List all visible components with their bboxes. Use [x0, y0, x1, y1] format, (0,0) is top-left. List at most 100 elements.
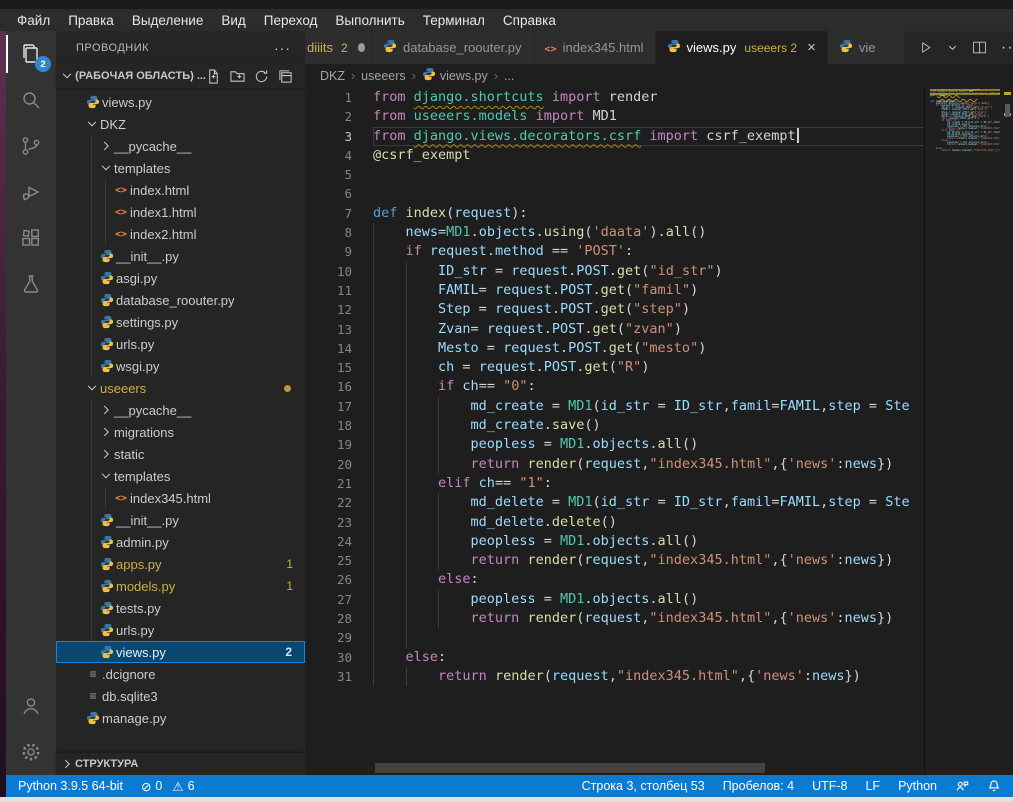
line-content[interactable] — [373, 184, 925, 203]
tree-item-static[interactable]: static — [56, 443, 305, 465]
tab-database_roouter.py[interactable]: database_roouter.py — [372, 31, 534, 64]
code-line-1[interactable]: 1from django.shortcuts import render — [305, 88, 925, 107]
tree-item-asgi.py[interactable]: asgi.py — [56, 267, 305, 289]
code-line-6[interactable]: 6 — [305, 184, 925, 203]
line-content[interactable]: Step = request.POST.get("step") — [373, 300, 925, 319]
indentation-item[interactable]: Пробелов: 4 — [723, 779, 794, 793]
workspace-section-header[interactable]: (РАБОЧАЯ ОБЛАСТЬ) ... — [56, 64, 305, 88]
code-line-23[interactable]: 23 md_delete.delete() — [305, 513, 925, 532]
language-mode-item[interactable]: Python — [898, 779, 937, 793]
breadcrumb-item[interactable]: DKZ — [320, 69, 345, 83]
line-content[interactable]: else: — [373, 648, 925, 667]
account-icon[interactable] — [6, 683, 56, 729]
code-line-17[interactable]: 17 md_create = MD1(id_str = ID_str,famil… — [305, 397, 925, 416]
tree-item-models.py[interactable]: models.py1 — [56, 575, 305, 597]
testing-icon[interactable] — [6, 261, 56, 307]
code-line-28[interactable]: 28 return render(request,"index345.html"… — [305, 609, 925, 628]
code-line-2[interactable]: 2from useeers.models import MD1 — [305, 107, 925, 126]
line-content[interactable]: from django.views.decorators.csrf import… — [373, 127, 925, 146]
line-content[interactable]: Mesto = request.POST.get("mesto") — [373, 339, 925, 358]
menu-item-Выполнить[interactable]: Выполнить — [326, 13, 413, 28]
code-line-29[interactable]: 29 — [305, 628, 925, 647]
menu-item-Справка[interactable]: Справка — [494, 13, 565, 28]
line-content[interactable]: ch = request.POST.get("R") — [373, 358, 925, 377]
refresh-icon[interactable] — [254, 69, 269, 84]
tree-item-__init__.py[interactable]: __init__.py — [56, 509, 305, 531]
code-line-20[interactable]: 20 return render(request,"index345.html"… — [305, 455, 925, 474]
tree-item-useeers[interactable]: useeers — [56, 377, 305, 399]
cursor-position-item[interactable]: Строка 3, столбец 53 — [582, 779, 705, 793]
encoding-item[interactable]: UTF-8 — [812, 779, 847, 793]
tree-item-__pycache__[interactable]: __pycache__ — [56, 399, 305, 421]
line-content[interactable] — [373, 165, 925, 184]
tree-item-__init__.py[interactable]: __init__.py — [56, 245, 305, 267]
line-content[interactable]: if ch== "0": — [373, 377, 925, 396]
line-content[interactable]: else: — [373, 570, 925, 589]
code-line-10[interactable]: 10 ID_str = request.POST.get("id_str") — [305, 262, 925, 281]
source-control-icon[interactable] — [6, 123, 56, 169]
tree-item-templates[interactable]: templates — [56, 465, 305, 487]
code-line-11[interactable]: 11 FAMIL= request.POST.get("famil") — [305, 281, 925, 300]
line-content[interactable]: def index(request): — [373, 204, 925, 223]
line-content[interactable]: ID_str = request.POST.get("id_str") — [373, 262, 925, 281]
line-content[interactable]: md_create.save() — [373, 416, 925, 435]
run-python-file-icon[interactable] — [917, 39, 934, 56]
breadcrumb-item[interactable]: useeers — [361, 69, 405, 83]
settings-gear-icon[interactable] — [6, 729, 56, 775]
tree-item-manage.py[interactable]: manage.py — [56, 707, 305, 729]
menu-item-Терминал[interactable]: Терминал — [414, 13, 494, 28]
code-line-30[interactable]: 30 else: — [305, 648, 925, 667]
tree-item-index.html[interactable]: <>index.html — [56, 179, 305, 201]
new-file-icon[interactable] — [206, 69, 221, 84]
menu-item-Файл[interactable]: Файл — [8, 13, 59, 28]
notifications-bell-icon[interactable] — [987, 779, 1001, 794]
tree-item-views.py[interactable]: views.py — [56, 91, 305, 113]
code-line-18[interactable]: 18 md_create.save() — [305, 416, 925, 435]
code-line-26[interactable]: 26 else: — [305, 570, 925, 589]
menu-item-Выделение[interactable]: Выделение — [123, 13, 213, 28]
run-debug-icon[interactable] — [6, 169, 56, 215]
code-line-8[interactable]: 8 news=MD1.objects.using('daata').all() — [305, 223, 925, 242]
line-content[interactable]: md_create = MD1(id_str = ID_str,famil=FA… — [373, 397, 925, 416]
tree-item-migrations[interactable]: migrations — [56, 421, 305, 443]
line-content[interactable]: elif ch== "1": — [373, 474, 925, 493]
feedback-icon[interactable] — [955, 779, 969, 794]
tree-item-database_roouter.py[interactable]: database_roouter.py — [56, 289, 305, 311]
sidebar-more-icon[interactable]: ··· — [274, 40, 291, 56]
code-line-3[interactable]: 3from django.views.decorators.csrf impor… — [305, 127, 925, 146]
more-actions-icon[interactable]: ··· — [1001, 39, 1013, 57]
menu-item-Правка[interactable]: Правка — [59, 13, 123, 28]
outline-section-header[interactable]: СТРУКТУРА — [56, 753, 305, 775]
explorer-icon[interactable]: 2 — [6, 31, 56, 77]
line-content[interactable]: from useeers.models import MD1 — [373, 107, 925, 126]
menu-item-Вид[interactable]: Вид — [212, 13, 254, 28]
line-content[interactable]: from django.shortcuts import render — [373, 88, 925, 107]
line-content[interactable]: if request.method == 'POST': — [373, 242, 925, 261]
tree-item-tests.py[interactable]: tests.py — [56, 597, 305, 619]
new-folder-icon[interactable] — [230, 69, 245, 84]
tree-item-.dcignore[interactable]: ≡.dcignore — [56, 663, 305, 685]
code-line-22[interactable]: 22 md_delete = MD1(id_str = ID_str,famil… — [305, 493, 925, 512]
tab-index345.html[interactable]: <>index345.html — [534, 31, 656, 64]
line-content[interactable]: @csrf_exempt — [373, 146, 925, 165]
line-content[interactable]: FAMIL= request.POST.get("famil") — [373, 281, 925, 300]
code-lines[interactable]: 1from django.shortcuts import render2fro… — [305, 88, 925, 761]
line-content[interactable]: peopless = MD1.objects.all() — [373, 590, 925, 609]
breadcrumb-item[interactable]: ... — [504, 69, 514, 83]
code-line-21[interactable]: 21 elif ch== "1": — [305, 474, 925, 493]
run-dropdown-chevron-icon[interactable] — [947, 39, 958, 56]
code-line-31[interactable]: 31 return render(request,"index345.html"… — [305, 667, 925, 686]
line-content[interactable]: md_delete = MD1(id_str = ID_str,famil=FA… — [373, 493, 925, 512]
line-content[interactable]: peopless = MD1.objects.all() — [373, 435, 925, 454]
line-content[interactable] — [373, 628, 925, 647]
tree-item-index2.html[interactable]: <>index2.html — [56, 223, 305, 245]
horizontal-scrollbar-thumb[interactable] — [375, 763, 765, 773]
close-tab-icon[interactable]: × — [807, 39, 816, 56]
line-content[interactable]: peopless = MD1.objects.all() — [373, 532, 925, 551]
tree-item-DKZ[interactable]: DKZ — [56, 113, 305, 135]
tab-diiits[interactable]: diiits2 — [305, 31, 372, 64]
tree-item-urls.py[interactable]: urls.py — [56, 619, 305, 641]
tab-views.py[interactable]: views.pyuseeers 2× — [656, 31, 828, 64]
split-editor-icon[interactable] — [971, 39, 988, 56]
line-content[interactable]: return render(request,"index345.html",{'… — [373, 551, 925, 570]
